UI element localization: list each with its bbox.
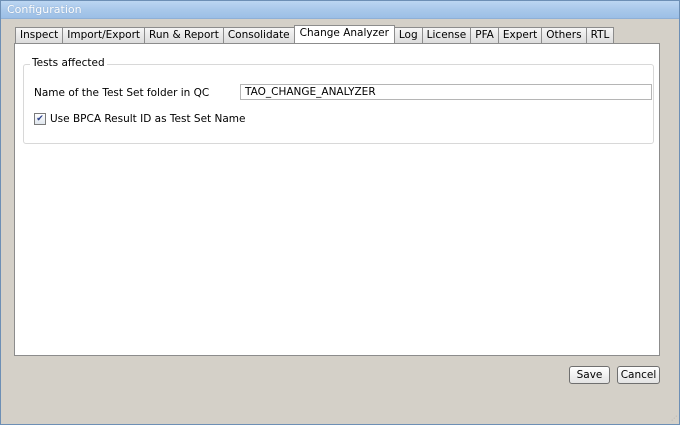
group-title: Tests affected: [30, 57, 107, 69]
tab-others[interactable]: Others: [541, 27, 587, 43]
use-bpca-result-id-option[interactable]: ✔ Use BPCA Result ID as Test Set Name: [34, 113, 245, 125]
tab-import-export[interactable]: Import/Export: [62, 27, 146, 43]
configuration-window: Configuration Inspect Import/Export Run …: [0, 0, 680, 425]
tests-affected-group: Tests affected Name of the Test Set fold…: [23, 57, 654, 144]
test-set-folder-label: Name of the Test Set folder in QC: [34, 87, 210, 99]
resize-grip-icon[interactable]: ⋰: [671, 416, 677, 422]
tab-rtl[interactable]: RTL: [585, 27, 615, 43]
tab-inspect[interactable]: Inspect: [15, 27, 64, 43]
tab-strip: Inspect Import/Export Run & Report Conso…: [15, 25, 615, 43]
tab-change-analyzer[interactable]: Change Analyzer: [293, 25, 395, 43]
window-title: Configuration: [7, 3, 82, 16]
use-bpca-result-id-label: Use BPCA Result ID as Test Set Name: [50, 113, 246, 125]
save-button[interactable]: Save: [569, 366, 610, 384]
use-bpca-result-id-checkbox[interactable]: ✔: [34, 113, 46, 125]
tab-pfa[interactable]: PFA: [470, 27, 499, 43]
test-set-folder-input[interactable]: TAO_CHANGE_ANALYZER: [240, 84, 652, 100]
tab-run-report[interactable]: Run & Report: [144, 27, 224, 43]
tab-content-panel: Tests affected Name of the Test Set fold…: [14, 43, 660, 356]
cancel-button[interactable]: Cancel: [617, 366, 660, 384]
title-bar[interactable]: Configuration: [1, 1, 679, 19]
tab-log[interactable]: Log: [393, 27, 423, 43]
tab-consolidate[interactable]: Consolidate: [222, 27, 295, 43]
tab-expert[interactable]: Expert: [497, 27, 543, 43]
tab-license[interactable]: License: [421, 27, 472, 43]
